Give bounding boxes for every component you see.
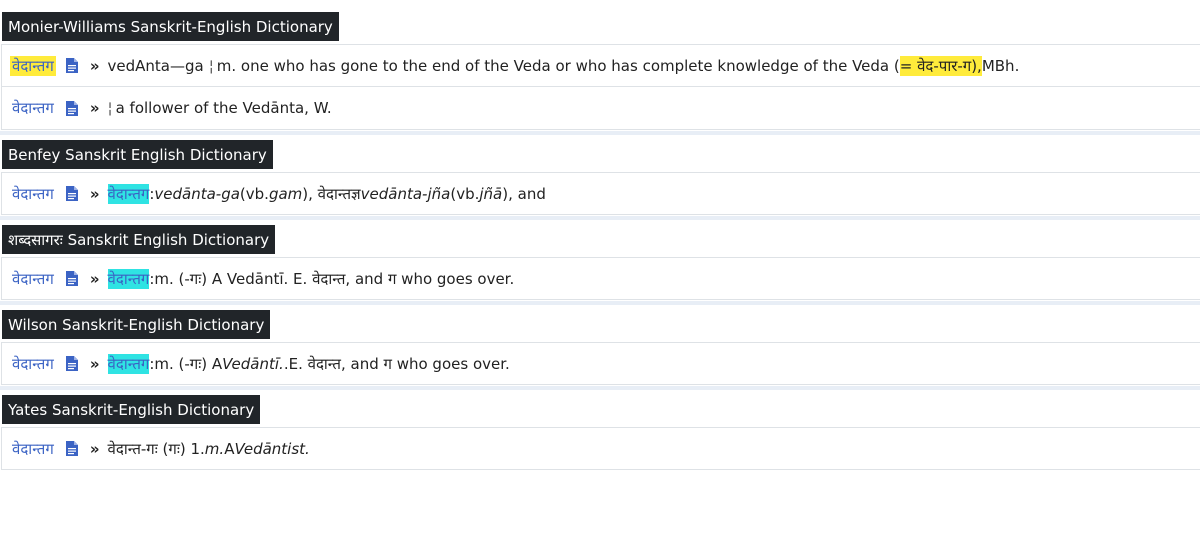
entry-text: वेदान्त-गः (गः) 1. xyxy=(107,439,205,458)
dict-entry: वेदान्तग » vedAnta—ga ¦ m. one who has g… xyxy=(1,44,1200,87)
dict-entry: वेदान्तग » वेदान्तग: vedānta-ga (vb. gam… xyxy=(1,172,1200,215)
entry-text: m. (-गः) A Vedāntī. E. वेदान्त, and ग wh… xyxy=(154,269,515,288)
chevron-right-icon: » xyxy=(89,354,100,373)
headword-link[interactable]: वेदान्तग xyxy=(10,184,56,204)
dict-entry: वेदान्तग » वेदान्तग: m. (-गः) A Vedāntī.… xyxy=(1,342,1200,385)
entry-text: Vedāntist. xyxy=(234,439,310,458)
dict-section-wilson: Wilson Sanskrit-English Dictionary वेदान… xyxy=(0,310,1200,390)
document-icon[interactable] xyxy=(65,271,78,286)
entry-text: m. xyxy=(204,439,225,458)
chevron-right-icon: » xyxy=(89,184,100,203)
headword-link[interactable]: वेदान्तग xyxy=(10,354,56,374)
entry-text: A xyxy=(224,439,235,458)
entry-text: (vb. xyxy=(239,184,269,203)
section-divider xyxy=(0,216,1200,220)
document-icon[interactable] xyxy=(65,100,78,116)
entry-source: MBh. xyxy=(981,56,1020,75)
chevron-right-icon: » xyxy=(89,269,100,288)
headword-link[interactable]: वेदान्तग xyxy=(10,439,56,459)
separator: ¦ xyxy=(208,56,214,75)
document-icon[interactable] xyxy=(65,356,78,371)
highlight-headword: वेदान्तग xyxy=(107,183,150,204)
entry-text: (vb. xyxy=(450,184,480,203)
dict-section-shabdasagara: शब्दसागरः Sanskrit English Dictionary वे… xyxy=(0,225,1200,305)
entry-text: .E. वेदान्त, and ग who goes over. xyxy=(283,354,510,373)
document-icon[interactable] xyxy=(65,186,78,201)
dict-title: Yates Sanskrit-English Dictionary xyxy=(2,395,261,424)
section-divider xyxy=(0,301,1200,305)
section-divider xyxy=(0,131,1200,135)
document-icon[interactable] xyxy=(65,441,78,456)
headword-link[interactable]: वेदान्तग xyxy=(10,269,56,289)
dict-title: Wilson Sanskrit-English Dictionary xyxy=(2,310,271,339)
entry-text: m. one who has gone to the end of the Ve… xyxy=(216,56,900,75)
document-icon[interactable] xyxy=(65,58,78,73)
entry-text: Vedāntī. xyxy=(222,354,284,373)
entry-key: vedAnta—ga xyxy=(107,56,204,75)
chevron-right-icon: » xyxy=(89,56,100,75)
entry-text: jñā xyxy=(479,184,503,203)
dict-title: शब्दसागरः Sanskrit English Dictionary xyxy=(2,225,276,254)
dict-title: Benfey Sanskrit English Dictionary xyxy=(2,140,273,169)
entry-text: vedānta-ga xyxy=(154,184,240,203)
entry-text: vedānta-jña xyxy=(360,184,451,203)
dict-section-benfey: Benfey Sanskrit English Dictionary वेदान… xyxy=(0,140,1200,220)
highlight-headword: वेदान्तग xyxy=(107,268,150,289)
dict-entry: वेदान्तग » ¦ a follower of the Vedānta, … xyxy=(1,87,1200,130)
section-divider xyxy=(0,386,1200,390)
entry-text: gam xyxy=(268,184,303,203)
dict-entry: वेदान्तग » वेदान्तग: m. (-गः) A Vedāntī.… xyxy=(1,257,1200,300)
chevron-right-icon: » xyxy=(89,99,100,117)
dict-entry: वेदान्तग » वेदान्त-गः (गः) 1. m. A Vedān… xyxy=(1,427,1200,470)
dict-section-yates: Yates Sanskrit-English Dictionary वेदान्… xyxy=(0,395,1200,470)
entry-text: ), वेदान्तज्ञ xyxy=(302,184,361,203)
separator: ¦ xyxy=(107,99,113,117)
headword-link[interactable]: वेदान्तग xyxy=(10,98,56,118)
entry-text: m. (-गः) A xyxy=(154,354,223,373)
chevron-right-icon: » xyxy=(89,439,100,458)
highlight-text: = वेद-पार-ग), xyxy=(899,55,982,76)
dict-section-monier-williams: Monier-Williams Sanskrit-English Diction… xyxy=(0,12,1200,135)
entry-text: ), and xyxy=(502,184,546,203)
highlight-headword: वेदान्तग xyxy=(107,353,150,374)
headword-link[interactable]: वेदान्तग xyxy=(10,55,56,76)
entry-text: a follower of the Vedānta, W. xyxy=(115,99,332,117)
dict-title: Monier-Williams Sanskrit-English Diction… xyxy=(2,12,339,41)
